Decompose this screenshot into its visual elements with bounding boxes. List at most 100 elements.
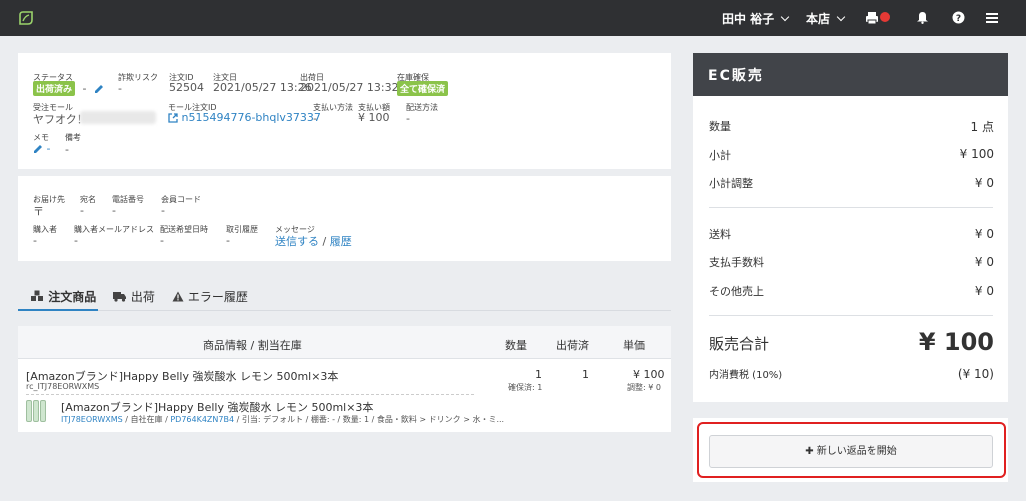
stock-field: 全て確保済 <box>397 81 449 96</box>
ec-sales-panel <box>693 96 1008 402</box>
stock-location: / 自社在庫 / <box>125 415 168 424</box>
ec-sales-title: EC販売 <box>693 53 1008 96</box>
active-tab-indicator <box>18 309 98 311</box>
transaction-history-label: 取引履歴 <box>226 225 258 234</box>
tab-label: 注文商品 <box>48 290 97 304</box>
item-sku: rc_ITJ78EORWXMS <box>26 382 100 391</box>
redacted-block <box>80 111 156 124</box>
delivery-method-label: 配送方法 <box>406 103 438 112</box>
user-name: 田中 裕子 <box>722 12 775 26</box>
mall-order-id-value: n515494776-bhqlv37337 <box>181 111 321 124</box>
buyer-value: - <box>33 234 37 247</box>
memo-field: - <box>33 142 50 155</box>
stock-item-name: [Amazonブランド]Happy Belly 強炭酸水 レモン 500ml×3… <box>61 401 374 414</box>
quantity-label: 数量 <box>709 120 731 133</box>
destination-value: 〒 <box>33 205 44 218</box>
store-menu[interactable]: 本店 <box>806 10 846 27</box>
stock-code2-link[interactable]: PD764K4ZN7B4 <box>170 415 234 424</box>
col-header-qty: 数量 <box>505 339 527 352</box>
delivery-date-value: - <box>160 234 164 247</box>
item-price: ¥ 100 <box>633 368 665 381</box>
stock-item-details: ITJ78EORWXMS / 自社在庫 / PD764K4ZN7B4 / 引当:… <box>61 414 504 425</box>
tab-label: エラー履歴 <box>187 290 248 304</box>
subtotal-adjust-label: 小計調整 <box>709 177 753 190</box>
col-header-shipped: 出荷済 <box>556 339 589 352</box>
send-message-link[interactable]: 送信する <box>275 235 319 248</box>
status-field: 出荷済み - <box>33 81 104 96</box>
item-qty: 1 <box>535 368 542 381</box>
stock-code-link[interactable]: ITJ78EORWXMS <box>61 415 123 424</box>
message-links: 送信する / 履歴 <box>275 233 352 249</box>
truck-icon <box>113 292 126 302</box>
shipping-fee-value: ¥ 0 <box>974 227 994 241</box>
start-return-button[interactable]: ✚ 新しい返品を開始 <box>709 435 993 468</box>
message-history-link[interactable]: 履歴 <box>330 235 352 248</box>
remarks-value: - <box>65 143 69 156</box>
user-menu[interactable]: 田中 裕子 <box>722 10 790 27</box>
buyer-email-value: - <box>74 234 78 247</box>
order-id-value: 52504 <box>169 81 204 94</box>
delivery-method-value: - <box>406 112 410 125</box>
transaction-history-value: - <box>226 234 230 247</box>
divider <box>709 315 993 316</box>
other-sales-label: その他売上 <box>709 285 764 298</box>
tab-shipping[interactable]: 出荷 <box>113 288 155 305</box>
tab-error-history[interactable]: エラー履歴 <box>172 288 248 305</box>
external-link-icon <box>168 113 178 123</box>
payment-method-value: - <box>313 112 317 125</box>
item-price-adjust: 調整: ¥ 0 <box>627 383 661 392</box>
memo-value[interactable]: - <box>47 142 51 155</box>
subtotal-value: ¥ 100 <box>959 147 994 161</box>
tab-order-items[interactable]: 注文商品 <box>30 288 96 305</box>
hamburger-menu-icon[interactable] <box>986 12 998 24</box>
top-navigation-bar: 田中 裕子 本店 ? <box>0 0 1026 36</box>
remarks-label: 備考 <box>65 133 81 142</box>
sales-total-label: 販売合計 <box>709 335 770 353</box>
order-date-value: 2021/05/27 13:26 <box>213 81 312 94</box>
payment-method-label: 支払い方法 <box>313 103 353 112</box>
leaf-logo-icon[interactable] <box>17 9 35 27</box>
svg-text:?: ? <box>956 14 961 24</box>
status-dash: - <box>82 82 87 95</box>
delivery-date-label: 配送希望日時 <box>160 225 208 234</box>
buyer-email-label: 購入者メールアドレス <box>74 225 154 234</box>
start-return-label: 新しい返品を開始 <box>816 446 897 457</box>
cubes-icon <box>31 290 43 301</box>
col-header-product: 商品情報 / 割当在庫 <box>203 339 302 352</box>
edit-pencil-icon[interactable] <box>33 144 43 154</box>
payment-fee-label: 支払手数料 <box>709 256 764 269</box>
payment-fee-value: ¥ 0 <box>974 255 994 269</box>
tab-label: 出荷 <box>130 290 155 304</box>
other-sales-value: ¥ 0 <box>974 284 994 298</box>
warning-icon <box>172 291 184 302</box>
ship-date-value: 2021/05/27 13:32 <box>300 81 399 94</box>
item-qty-reserved: 確保済: 1 <box>508 383 543 392</box>
subtotal-label: 小計 <box>709 149 731 162</box>
stock-badge: 全て確保済 <box>397 81 449 96</box>
divider <box>709 207 993 208</box>
plus-icon: ✚ <box>805 446 814 457</box>
message-separator: / <box>322 235 327 248</box>
recipient-name-value: - <box>80 204 84 217</box>
member-code-label: 会員コード <box>161 195 201 204</box>
tax-value: (¥ 10) <box>957 367 994 381</box>
mall-order-id-link[interactable]: n515494776-bhqlv37337 <box>168 111 321 124</box>
item-shipped: 1 <box>582 368 589 381</box>
shipping-fee-label: 送料 <box>709 228 731 241</box>
help-icon[interactable]: ? <box>952 11 965 24</box>
stock-details-text: / 引当: デフォルト / 棚番: - / 数量: 1 / 食品・飲料 > ドリ… <box>236 415 505 424</box>
quantity-value: 1 点 <box>970 120 994 134</box>
tax-label: 内消費税 (10%) <box>709 370 783 381</box>
store-name: 本店 <box>806 12 831 26</box>
edit-pencil-icon[interactable] <box>94 84 104 94</box>
row-divider <box>26 394 474 395</box>
notification-dot <box>880 12 890 22</box>
fraud-risk-value: - <box>118 82 122 95</box>
chevron-down-icon <box>836 12 846 22</box>
subtotal-adjust-value: ¥ 0 <box>974 176 994 190</box>
status-badge: 出荷済み <box>33 81 76 96</box>
bell-icon[interactable] <box>916 11 929 24</box>
phone-value: - <box>112 204 116 217</box>
printer-icon[interactable] <box>865 11 879 25</box>
payment-amount-value: ¥ 100 <box>358 111 390 124</box>
